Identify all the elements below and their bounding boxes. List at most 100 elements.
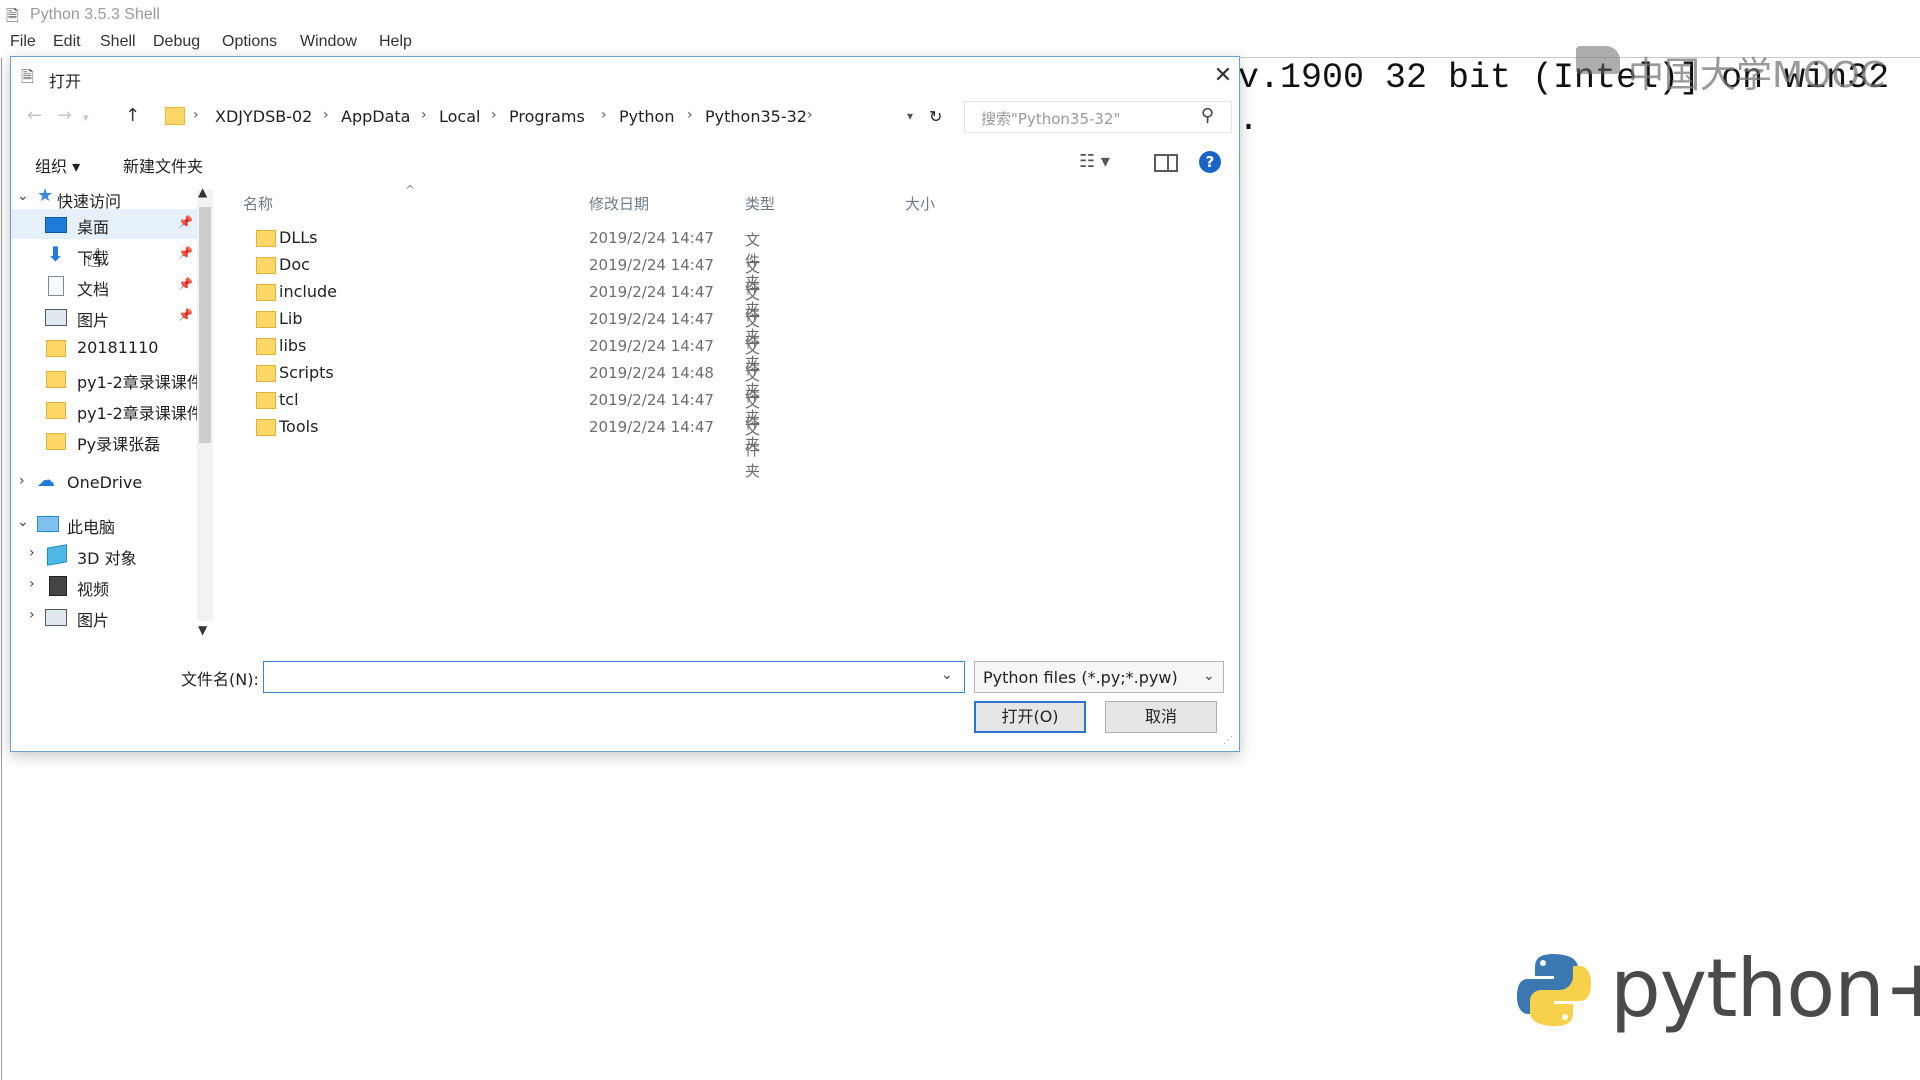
preview-pane-icon[interactable]	[1154, 154, 1178, 172]
chevron-right-icon[interactable]: ›	[29, 545, 35, 561]
address-history-chevron-icon[interactable]: ▾	[907, 109, 913, 123]
star-icon: ★	[37, 185, 54, 206]
nav-item-downloads[interactable]: ⬇ 下载 📌	[11, 240, 199, 270]
nav-label: OneDrive	[67, 473, 143, 492]
folder-icon	[256, 257, 276, 274]
file-row[interactable]: libs 2019/2/24 14:47 文件夹	[243, 333, 763, 399]
close-button[interactable]: ✕	[1208, 63, 1238, 89]
open-button[interactable]: 打开(O)	[974, 701, 1086, 733]
nav-item-pictures[interactable]: 图片 📌	[11, 302, 199, 332]
python-plus-watermark: python+	[1610, 942, 1920, 1035]
nav-item-desktop[interactable]: 桌面 📌	[11, 209, 199, 239]
nav-scrollbar[interactable]	[197, 189, 213, 621]
chevron-right-icon[interactable]: ›	[29, 576, 35, 592]
cancel-button[interactable]: 取消	[1105, 701, 1217, 733]
nav-item-folder[interactable]: py1-2章录课课件	[11, 395, 203, 425]
recent-locations-chevron-icon[interactable]: ▾	[83, 111, 89, 124]
cloud-icon: ☁	[37, 470, 55, 491]
nav-item-3d-objects[interactable]: › 3D 对象	[11, 540, 199, 570]
breadcrumb-item[interactable]: Python	[619, 107, 674, 126]
nav-item-folder[interactable]: Py录课张磊	[11, 426, 199, 456]
chevron-right-icon[interactable]: ›	[19, 473, 25, 489]
breadcrumb-item[interactable]: AppData	[341, 107, 410, 126]
new-folder-button[interactable]: 新建文件夹	[123, 153, 203, 177]
file-date: 2019/2/24 14:47	[589, 418, 714, 436]
nav-item-folder[interactable]: 20181110	[11, 333, 199, 363]
resize-grip-icon[interactable]: ⋰	[1223, 735, 1233, 746]
menu-help[interactable]: Help	[379, 33, 412, 51]
menu-edit[interactable]: Edit	[53, 33, 81, 51]
nav-scrollbar-thumb[interactable]	[199, 207, 211, 443]
file-row[interactable]: Tools 2019/2/24 14:47 文件夹	[243, 414, 763, 480]
column-header-name[interactable]: 名称	[243, 193, 273, 214]
filename-input[interactable]	[263, 661, 965, 693]
refresh-icon[interactable]: ↻	[929, 107, 942, 126]
menu-options[interactable]: Options	[222, 33, 277, 51]
video-icon	[49, 576, 67, 596]
breadcrumb-separator-icon: ›	[193, 107, 199, 123]
menu-shell[interactable]: Shell	[100, 33, 136, 51]
column-header-size[interactable]: 大小	[905, 193, 935, 214]
column-header-date[interactable]: 修改日期	[589, 193, 649, 214]
breadcrumb-separator-icon: ›	[421, 107, 427, 123]
search-icon: ⚲	[1201, 105, 1215, 126]
menu-window[interactable]: Window	[300, 33, 357, 51]
nav-item-this-pc[interactable]: ⌄ 此电脑	[11, 509, 199, 539]
open-file-dialog: 🗎 打开 ✕ ← → ▾ ↑ › XDJYDSB-02 › AppData › …	[10, 56, 1240, 752]
file-row[interactable]: tcl 2019/2/24 14:47 文件夹	[243, 387, 763, 453]
folder-icon	[256, 392, 276, 409]
nav-item-documents[interactable]: 文档 📌	[11, 271, 199, 301]
nav-item-folder[interactable]: py1-2章录课课件	[11, 364, 203, 394]
forward-arrow-icon[interactable]: →	[57, 105, 72, 126]
address-bar[interactable]: › XDJYDSB-02 › AppData › Local › Program…	[151, 101, 959, 131]
file-name: DLLs	[279, 228, 318, 247]
file-name: tcl	[279, 390, 299, 409]
chevron-down-icon[interactable]: ⌄	[941, 667, 953, 683]
back-arrow-icon[interactable]: ←	[27, 105, 42, 126]
breadcrumb-item[interactable]: Programs	[509, 107, 585, 126]
breadcrumb-item[interactable]: Local	[439, 107, 480, 126]
sort-ascending-icon: ^	[405, 183, 416, 197]
desktop-icon	[45, 217, 67, 233]
file-row[interactable]: Lib 2019/2/24 14:47 文件夹	[243, 306, 763, 372]
search-input[interactable]: 搜索"Python35-32" ⚲	[964, 101, 1232, 133]
chevron-right-icon[interactable]: ›	[29, 607, 35, 623]
shell-output-line: .	[1238, 100, 1260, 140]
menu-file[interactable]: File	[10, 33, 36, 51]
folder-icon	[256, 419, 276, 436]
chevron-down-icon[interactable]: ⌄	[17, 514, 29, 530]
folder-icon	[165, 107, 185, 125]
nav-item-pictures-pc[interactable]: › 图片	[11, 602, 199, 632]
file-row[interactable]: Doc 2019/2/24 14:47 文件夹	[243, 252, 763, 318]
mooc-logo-icon	[1576, 46, 1620, 74]
document-icon	[48, 276, 64, 296]
chevron-down-icon[interactable]: ⌄	[17, 188, 29, 204]
file-date: 2019/2/24 14:47	[589, 310, 714, 328]
scroll-up-icon[interactable]: ▲	[198, 185, 207, 199]
nav-item-videos[interactable]: › 视频	[11, 571, 199, 601]
file-row[interactable]: DLLs 2019/2/24 14:47 文件夹	[243, 225, 763, 291]
scroll-down-icon[interactable]: ▼	[198, 623, 207, 637]
breadcrumb-separator-icon: ›	[807, 107, 813, 123]
breadcrumb-item[interactable]: XDJYDSB-02	[215, 107, 312, 126]
up-arrow-icon[interactable]: ↑	[125, 105, 140, 126]
organize-button[interactable]: 组织 ▾	[35, 153, 80, 177]
file-row[interactable]: include 2019/2/24 14:47 文件夹	[243, 279, 763, 345]
filename-label: 文件名(N):	[181, 670, 259, 689]
column-header-type[interactable]: 类型	[745, 193, 775, 214]
change-view-icon[interactable]: ☷ ▾	[1079, 151, 1110, 172]
menu-debug[interactable]: Debug	[153, 33, 200, 51]
help-icon[interactable]: ?	[1199, 151, 1221, 173]
3d-objects-icon	[47, 544, 67, 566]
file-row[interactable]: Scripts 2019/2/24 14:48 文件夹	[243, 360, 763, 426]
shell-window-title: Python 3.5.3 Shell	[30, 6, 160, 23]
file-name: libs	[279, 336, 307, 355]
file-name: include	[279, 282, 337, 301]
breadcrumb-item[interactable]: Python35-32	[705, 107, 807, 126]
nav-label: 20181110	[77, 338, 159, 357]
pin-icon: 📌	[178, 215, 193, 229]
nav-label: 文档	[77, 280, 110, 299]
file-type-filter-select[interactable]: Python files (*.py;*.pyw) ⌄	[974, 661, 1224, 693]
folder-icon	[46, 402, 66, 419]
nav-item-onedrive[interactable]: › ☁ OneDrive	[11, 468, 199, 498]
